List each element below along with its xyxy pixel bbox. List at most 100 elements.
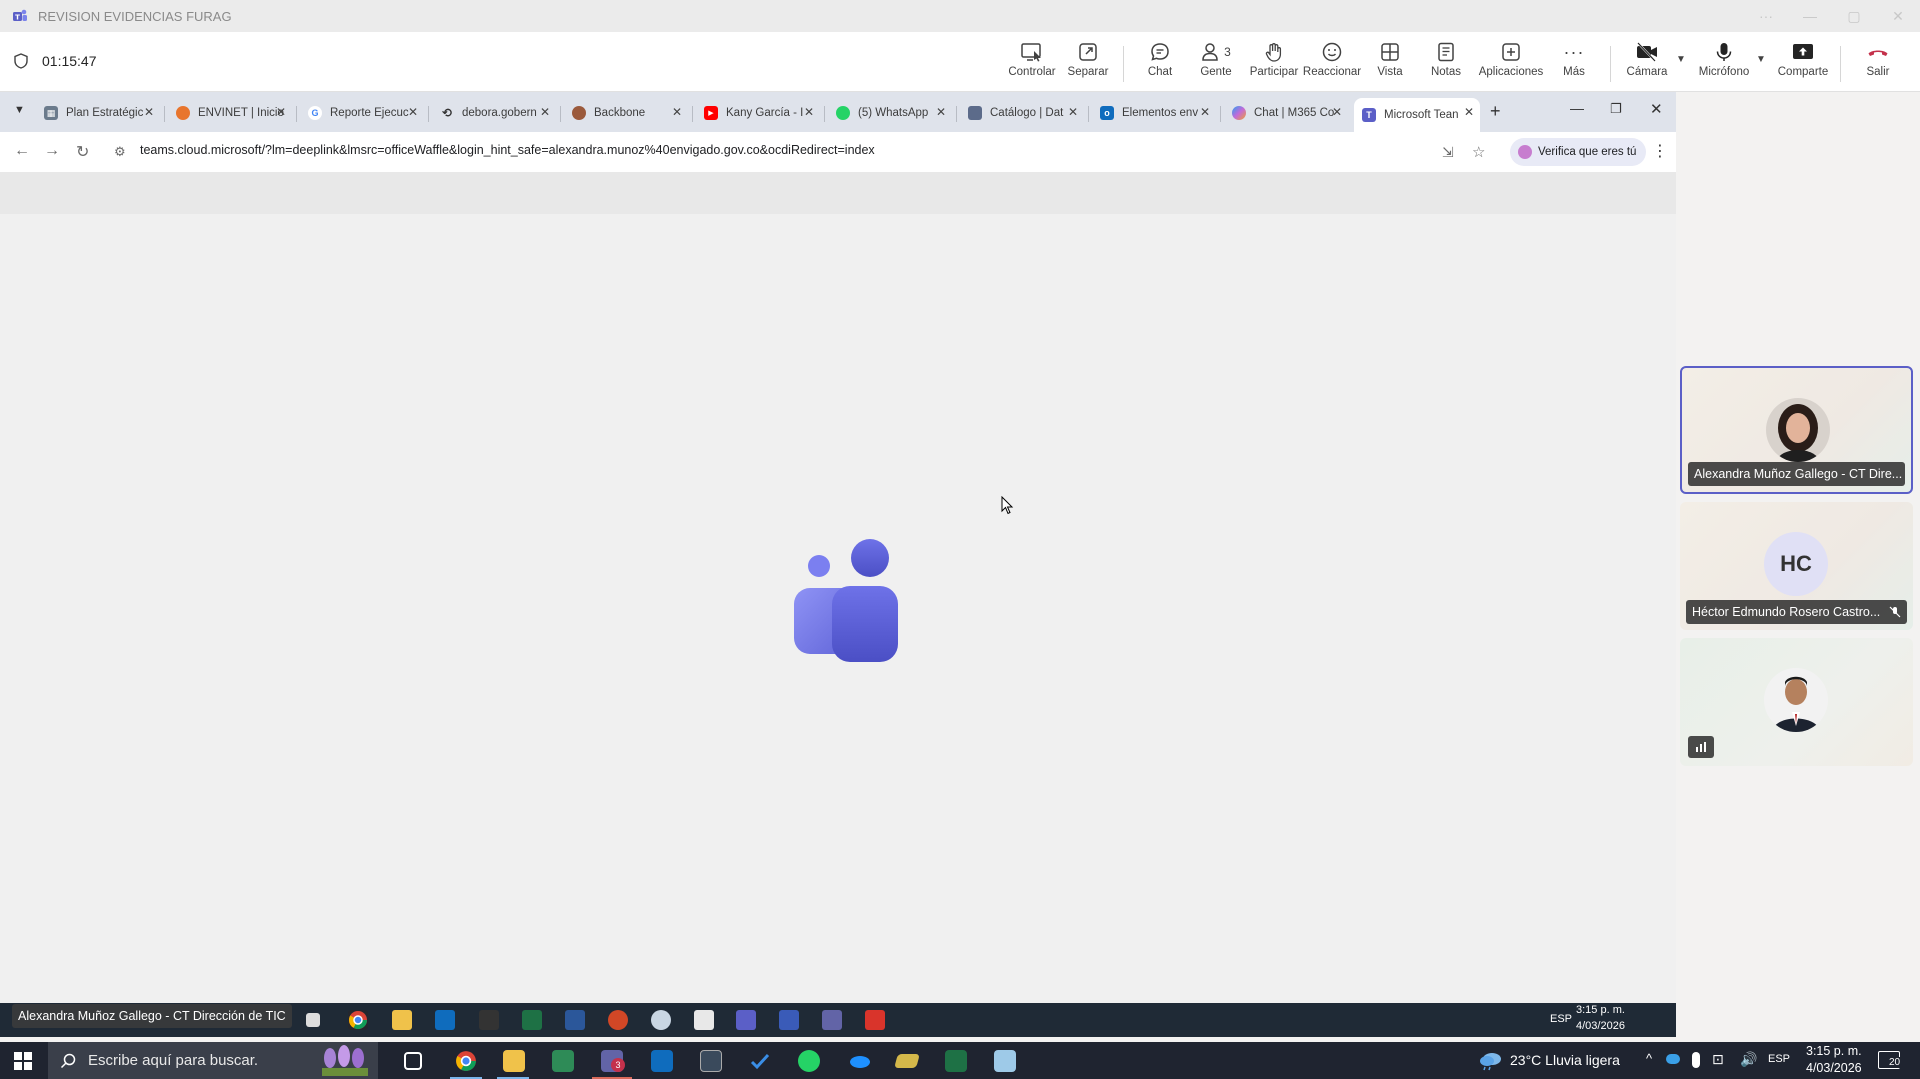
popout-button[interactable]: Separar: [1068, 40, 1108, 88]
file-explorer-icon[interactable]: [503, 1050, 525, 1072]
outlook-taskbar-icon[interactable]: [651, 1050, 673, 1072]
reload-icon[interactable]: ↻: [76, 142, 89, 162]
whatsapp-taskbar-icon[interactable]: [798, 1050, 820, 1072]
bookmark-star-icon[interactable]: ☆: [1472, 143, 1485, 161]
tab-search-chevron-down-icon[interactable]: ▼: [14, 104, 25, 116]
verify-identity-button[interactable]: Verifica que eres tú: [1510, 138, 1647, 166]
tab-divider: [956, 106, 957, 122]
notes-button[interactable]: Notas: [1428, 40, 1464, 88]
close-tab-icon[interactable]: ✕: [144, 105, 154, 119]
back-icon[interactable]: ←: [14, 142, 30, 160]
people-button[interactable]: 3 Gente: [1196, 40, 1236, 88]
participant-tile[interactable]: Alexandra Muñoz Gallego - CT Dire...: [1680, 366, 1913, 494]
microphone-label: Micrófono: [1698, 66, 1750, 78]
tab-title: Reporte Ejecuc: [330, 107, 409, 119]
tab-divider: [1088, 106, 1089, 122]
minimize-button[interactable]: —: [1788, 8, 1832, 24]
tab-elementos[interactable]: o Elementos env ✕: [1092, 98, 1216, 128]
divider: [1610, 46, 1611, 82]
todo-taskbar-icon[interactable]: [749, 1050, 771, 1072]
browser-close-button[interactable]: ✕: [1650, 100, 1663, 118]
mic-options-chevron-down-icon[interactable]: ▼: [1756, 54, 1766, 65]
taskbar-search-box[interactable]: Escribe aquí para buscar.: [48, 1042, 378, 1079]
language-indicator[interactable]: ESP: [1768, 1053, 1790, 1065]
tab-backbone[interactable]: Backbone ✕: [564, 98, 688, 128]
mic-tray-icon[interactable]: [1692, 1052, 1700, 1068]
close-button[interactable]: ✕: [1876, 8, 1920, 25]
more-button[interactable]: ··· Más: [1556, 40, 1592, 88]
show-hidden-icons-icon[interactable]: ^: [1646, 1051, 1652, 1066]
chrome-taskbar-icon[interactable]: [455, 1050, 477, 1072]
weather-text[interactable]: 23°C Lluvia ligera: [1510, 1052, 1620, 1068]
tab-envinet[interactable]: ENVINET | Inicio ✕: [168, 98, 292, 128]
tab-teams[interactable]: T Microsoft Tean ✕: [1354, 98, 1480, 132]
leave-label: Salir: [1866, 66, 1890, 78]
close-tab-icon[interactable]: ✕: [1332, 105, 1342, 119]
share-button[interactable]: Comparte: [1778, 40, 1828, 88]
camera-options-chevron-down-icon[interactable]: ▼: [1676, 54, 1686, 65]
install-app-icon[interactable]: ⇲: [1442, 144, 1454, 161]
maximize-button[interactable]: ▢: [1832, 8, 1876, 25]
notification-center-icon[interactable]: 20: [1878, 1051, 1902, 1069]
microphone-button[interactable]: Micrófono: [1696, 40, 1752, 88]
more-options-icon[interactable]: ···: [1744, 8, 1788, 24]
mic-muted-icon: [1889, 606, 1901, 618]
close-tab-icon[interactable]: ✕: [936, 105, 946, 119]
close-tab-icon[interactable]: ✕: [1200, 105, 1210, 119]
inner-lang: ESP: [1550, 1013, 1573, 1025]
participant-tile[interactable]: HC Héctor Edmundo Rosero Castro...: [1680, 502, 1913, 630]
browser-minimize-button[interactable]: —: [1570, 100, 1584, 116]
tab-reporte[interactable]: G Reporte Ejecuc ✕: [300, 98, 424, 128]
onedrive-taskbar-icon[interactable]: [847, 1050, 870, 1072]
chat-button[interactable]: Chat: [1140, 40, 1180, 88]
tab-title: Kany García - I: [726, 107, 804, 119]
url-field[interactable]: teams.cloud.microsoft/?lm=deeplink&lmsrc…: [140, 143, 875, 157]
participant-name: Héctor Edmundo Rosero Castro...: [1692, 605, 1881, 619]
tab-whatsapp[interactable]: (5) WhatsApp ✕: [828, 98, 952, 128]
control-button[interactable]: Controlar: [1008, 40, 1056, 88]
tab-debora[interactable]: ⟲ debora.gobern ✕: [432, 98, 556, 128]
tab-catalogo[interactable]: Catálogo | Dat ✕: [960, 98, 1084, 128]
browser-menu-icon[interactable]: ⋮: [1652, 141, 1668, 161]
close-tab-icon[interactable]: ✕: [804, 105, 814, 119]
new-tab-button[interactable]: +: [1490, 101, 1501, 122]
close-tab-icon[interactable]: ✕: [276, 105, 286, 119]
clock-date[interactable]: 4/03/2026: [1806, 1061, 1862, 1075]
clock-time[interactable]: 3:15 p. m.: [1806, 1044, 1862, 1058]
task-view-icon[interactable]: [404, 1052, 422, 1070]
close-tab-icon[interactable]: ✕: [672, 105, 682, 119]
start-button[interactable]: [0, 1042, 46, 1079]
onedrive-tray-icon[interactable]: [1666, 1054, 1680, 1064]
close-tab-icon[interactable]: ✕: [1068, 105, 1078, 119]
snipping-taskbar-icon[interactable]: [700, 1050, 722, 1072]
participant-tile[interactable]: [1680, 638, 1913, 766]
view-button[interactable]: Vista: [1372, 40, 1408, 88]
volume-icon[interactable]: 🔊: [1740, 1051, 1757, 1068]
excel-taskbar-icon[interactable]: [945, 1050, 967, 1072]
close-tab-icon[interactable]: ✕: [1464, 105, 1474, 119]
leave-button[interactable]: Salir: [1858, 40, 1898, 88]
teams-taskbar-icon[interactable]: 3: [601, 1050, 625, 1072]
browser-restore-button[interactable]: ❐: [1610, 101, 1622, 117]
app-taskbar-icon[interactable]: [894, 1054, 920, 1068]
app-taskbar-icon[interactable]: [994, 1050, 1016, 1072]
meeting-controls-bar: 01:15:47 Controlar Separar Chat 3 Gente …: [0, 32, 1920, 92]
close-tab-icon[interactable]: ✕: [408, 105, 418, 119]
site-info-icon[interactable]: ⚙: [114, 144, 126, 160]
tab-plan[interactable]: ▦ Plan Estratégic ✕: [36, 98, 160, 128]
tab-divider: [428, 106, 429, 122]
teams-icon: [822, 1010, 842, 1030]
react-button[interactable]: Reaccionar: [1303, 40, 1361, 88]
camera-button[interactable]: Cámara: [1624, 40, 1670, 88]
apps-icon: [1502, 43, 1520, 61]
close-tab-icon[interactable]: ✕: [540, 105, 550, 119]
network-icon[interactable]: ⊡: [1712, 1051, 1724, 1068]
forward-icon[interactable]: →: [44, 142, 60, 160]
notepad-plus-icon[interactable]: [552, 1050, 574, 1072]
apps-button[interactable]: Aplicaciones: [1478, 40, 1544, 88]
chat-label: Chat: [1147, 66, 1173, 78]
raise-hand-button[interactable]: Participar: [1250, 40, 1298, 88]
tab-kany[interactable]: ▶ Kany García - I ✕: [696, 98, 820, 128]
tab-divider: [692, 106, 693, 122]
tab-copilot-chat[interactable]: Chat | M365 Co ✕: [1224, 98, 1348, 128]
